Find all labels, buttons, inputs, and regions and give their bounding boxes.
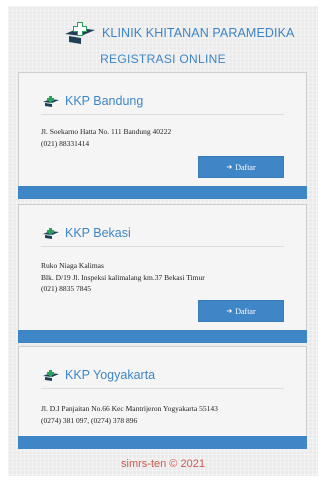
clinic-card-yogyakarta: KKP Yogyakarta Jl. D.I Panjaitan No.66 K… <box>18 346 307 449</box>
footer-copyright: simrs-ten © 2021 <box>121 458 205 470</box>
clinic-logo-icon <box>43 370 59 381</box>
divider <box>41 114 284 115</box>
clinic-title: KKP Bekasi <box>65 226 131 240</box>
daftar-button-bekasi[interactable]: ➜ Daftar <box>198 300 284 322</box>
address-line: Jl. D.I Panjaitan No.66 Kec Mantrijeron … <box>41 404 218 413</box>
daftar-button-bandung[interactable]: ➜ Daftar <box>198 156 284 178</box>
button-label: Daftar <box>235 162 256 172</box>
clinic-brand-name: KLINIK KHITANAN PARAMEDIKA <box>102 26 295 40</box>
divider <box>41 246 284 247</box>
button-label: Daftar <box>235 306 256 316</box>
address-line: Jl. Soekarno Hatta No. 111 Bandung 40222 <box>41 127 172 136</box>
clinic-address: Ruko Niaga Kalimas Blk. D/19 Jl. Inspeks… <box>41 260 291 295</box>
page-header: KLINIK KHITANAN PARAMEDIKA REGISTRASI ON… <box>8 6 318 72</box>
address-line: Ruko Niaga Kalimas <box>41 261 104 270</box>
phone-line: (021) 88331414 <box>41 138 90 148</box>
clinic-card-bandung: KKP Bandung Jl. Soekarno Hatta No. 111 B… <box>18 72 307 199</box>
clinic-logo-icon <box>43 96 59 107</box>
sign-in-icon: ➜ <box>226 307 233 315</box>
clinic-title: KKP Bandung <box>65 94 144 108</box>
clinic-card-bekasi: KKP Bekasi Ruko Niaga Kalimas Blk. D/19 … <box>18 204 307 343</box>
address-line: Blk. D/19 Jl. Inspeksi kalimalang km.37 … <box>41 272 205 282</box>
clinic-logo-icon <box>43 228 59 239</box>
sign-in-icon: ➜ <box>226 163 233 171</box>
clinic-logo-icon <box>65 22 95 44</box>
page-container: KLINIK KHITANAN PARAMEDIKA REGISTRASI ON… <box>8 6 318 476</box>
clinic-title: KKP Yogyakarta <box>65 368 156 382</box>
card-footer-bar <box>18 330 307 343</box>
divider <box>41 388 284 389</box>
phone-line: (021) 8835 7845 <box>41 284 91 293</box>
page-title: REGISTRASI ONLINE <box>100 52 226 66</box>
card-footer-bar <box>18 436 307 449</box>
clinic-address: Jl. D.I Panjaitan No.66 Kec Mantrijeron … <box>41 403 291 426</box>
phone-line: (0274) 381 097, (0274) 378 896 <box>41 415 138 425</box>
card-footer-bar <box>18 186 307 199</box>
clinic-address: Jl. Soekarno Hatta No. 111 Bandung 40222… <box>41 126 291 149</box>
